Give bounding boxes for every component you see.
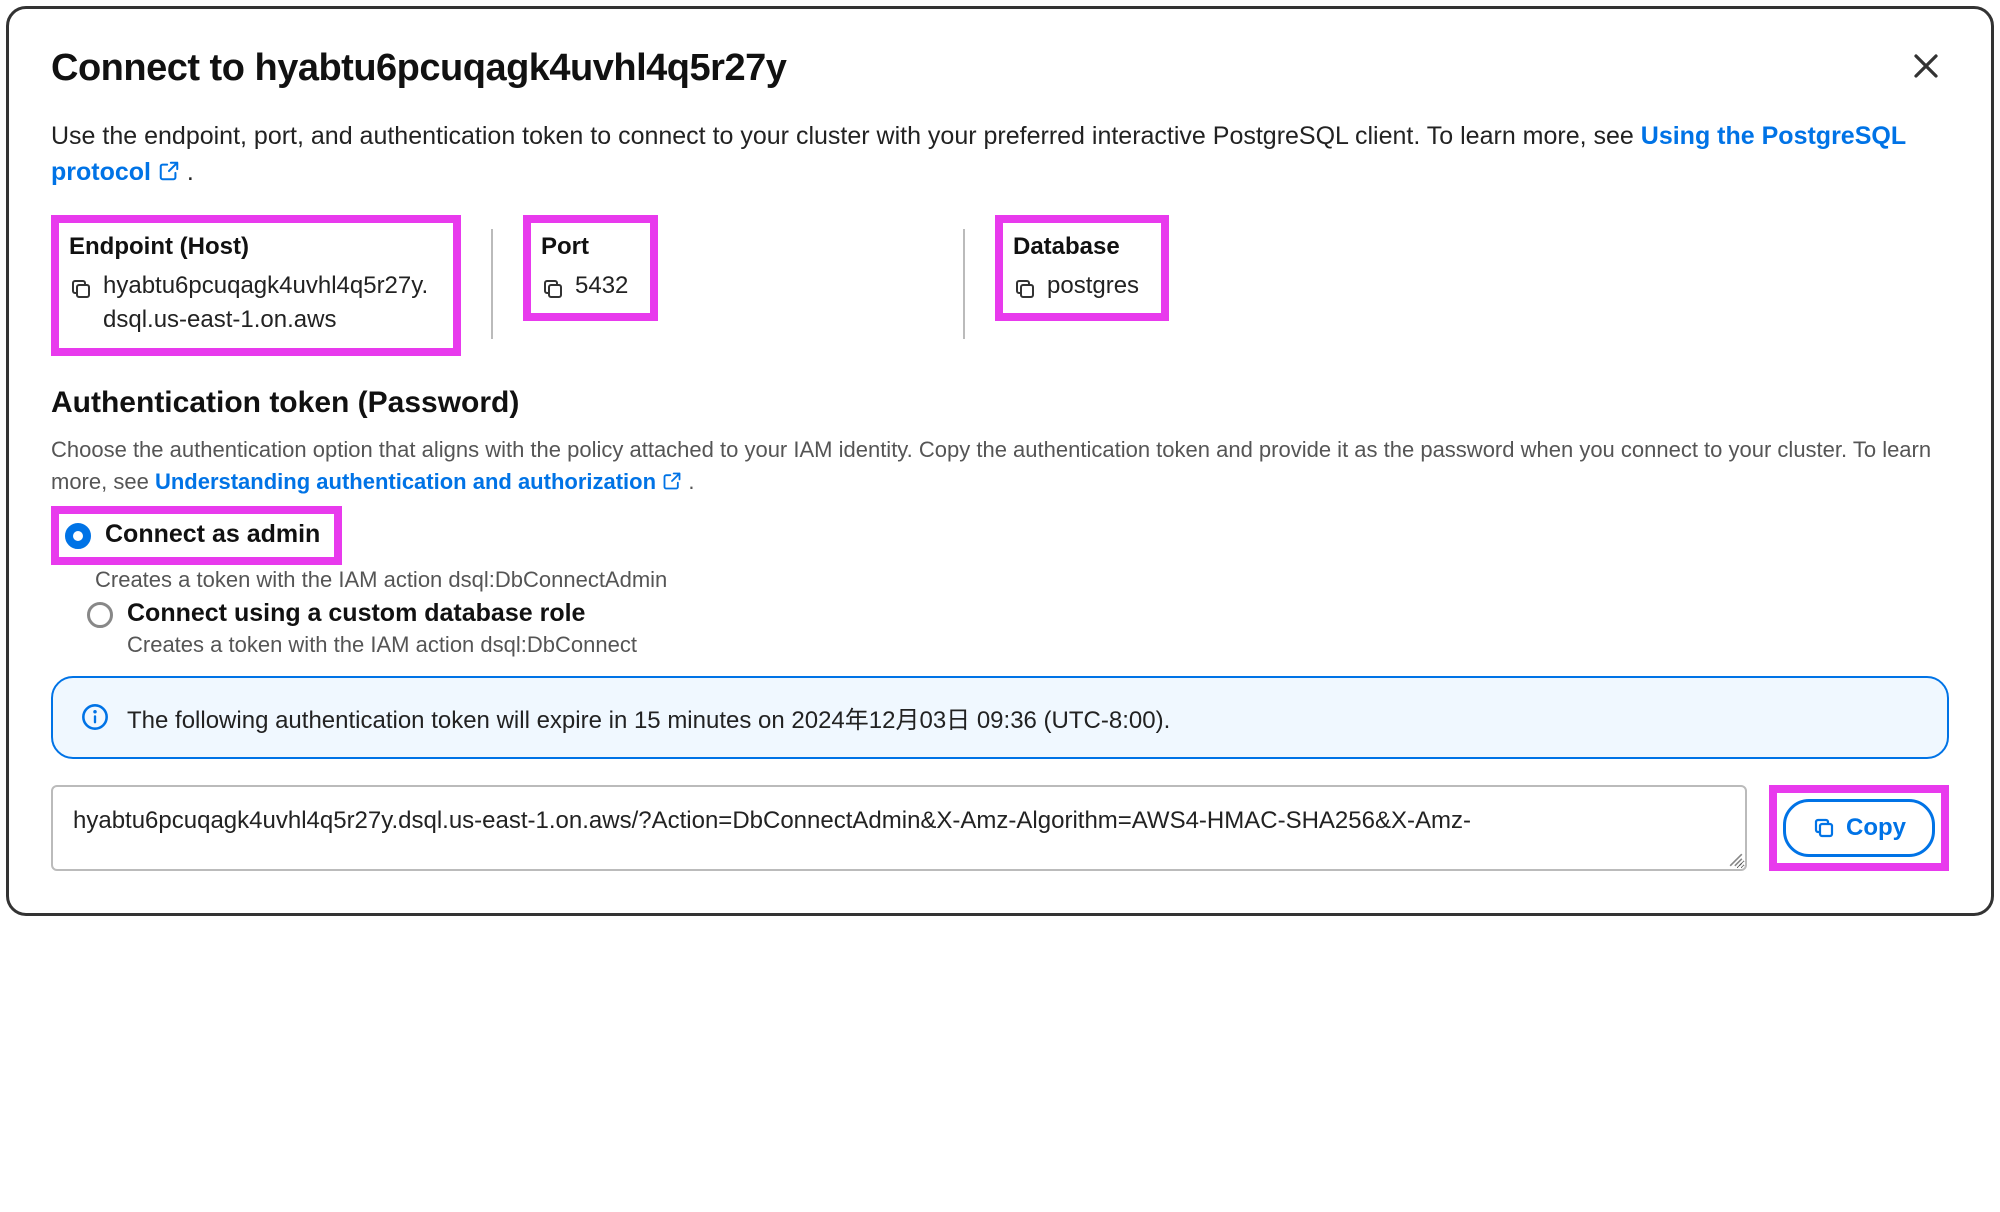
- endpoint-label: Endpoint (Host): [69, 233, 431, 261]
- port-label: Port: [541, 233, 628, 261]
- auth-desc: Choose the authentication option that al…: [51, 434, 1949, 498]
- info-text: The following authentication token will …: [127, 700, 1170, 735]
- auth-desc-b: .: [688, 469, 694, 494]
- external-link-icon: [662, 471, 682, 491]
- endpoint-value: hyabtu6pcuqagk4uvhl4q5r27y.dsql.us-east-…: [103, 269, 431, 339]
- port-column: Port 5432: [523, 215, 963, 357]
- copy-port-button[interactable]: [541, 277, 565, 301]
- resize-handle-icon: [1729, 853, 1743, 867]
- connection-fields: Endpoint (Host) hyabtu6pcuqagk4uvhl4q5r2…: [51, 215, 1949, 357]
- radio-admin-sub: Creates a token with the IAM action dsql…: [95, 567, 1949, 593]
- external-link-icon: [158, 160, 180, 182]
- port-value: 5432: [575, 269, 628, 304]
- divider-1: [491, 229, 493, 339]
- copy-icon: [69, 277, 93, 301]
- radio-custom-sub: Creates a token with the IAM action dsql…: [127, 632, 637, 658]
- auth-title: Authentication token (Password): [51, 386, 1949, 420]
- radio-custom-label: Connect using a custom database role: [127, 599, 637, 628]
- intro-text-b: .: [187, 158, 194, 186]
- auth-link-label: Understanding authentication and authori…: [155, 469, 656, 494]
- copy-button-label: Copy: [1846, 814, 1906, 842]
- info-icon: [81, 703, 109, 731]
- copy-endpoint-button[interactable]: [69, 277, 93, 301]
- radio-connect-admin[interactable]: [65, 523, 91, 549]
- token-textbox[interactable]: hyabtu6pcuqagk4uvhl4q5r27y.dsql.us-east-…: [51, 785, 1747, 871]
- endpoint-column: Endpoint (Host) hyabtu6pcuqagk4uvhl4q5r2…: [51, 215, 491, 357]
- radio-admin-label: Connect as admin: [105, 520, 320, 548]
- copy-database-button[interactable]: [1013, 277, 1037, 301]
- divider-2: [963, 229, 965, 339]
- database-label: Database: [1013, 233, 1139, 261]
- close-button[interactable]: [1903, 47, 1949, 85]
- token-row: hyabtu6pcuqagk4uvhl4q5r27y.dsql.us-east-…: [51, 785, 1949, 871]
- intro-text-a: Use the endpoint, port, and authenticati…: [51, 122, 1641, 150]
- intro-text: Use the endpoint, port, and authenticati…: [51, 118, 1949, 191]
- auth-options: Connect as admin Creates a token with th…: [51, 506, 1949, 658]
- database-value: postgres: [1047, 269, 1139, 304]
- modal-title: Connect to hyabtu6pcuqagk4uvhl4q5r27y: [51, 47, 786, 90]
- close-icon: [1911, 51, 1941, 81]
- token-value: hyabtu6pcuqagk4uvhl4q5r27y.dsql.us-east-…: [73, 807, 1471, 834]
- database-column: Database postgres: [995, 215, 1199, 357]
- copy-icon: [541, 277, 565, 301]
- copy-icon: [1812, 816, 1836, 840]
- radio-connect-custom[interactable]: [87, 602, 113, 628]
- copy-token-button[interactable]: Copy: [1783, 799, 1935, 857]
- highlight-database: Database postgres: [995, 215, 1169, 322]
- highlight-port: Port 5432: [523, 215, 658, 322]
- info-banner: The following authentication token will …: [51, 676, 1949, 759]
- highlight-endpoint: Endpoint (Host) hyabtu6pcuqagk4uvhl4q5r2…: [51, 215, 461, 357]
- copy-icon: [1013, 277, 1037, 301]
- auth-link[interactable]: Understanding authentication and authori…: [155, 469, 688, 494]
- highlight-connect-admin: Connect as admin: [51, 506, 342, 565]
- connect-modal: Connect to hyabtu6pcuqagk4uvhl4q5r27y Us…: [6, 6, 1994, 916]
- highlight-copy-button: Copy: [1769, 785, 1949, 871]
